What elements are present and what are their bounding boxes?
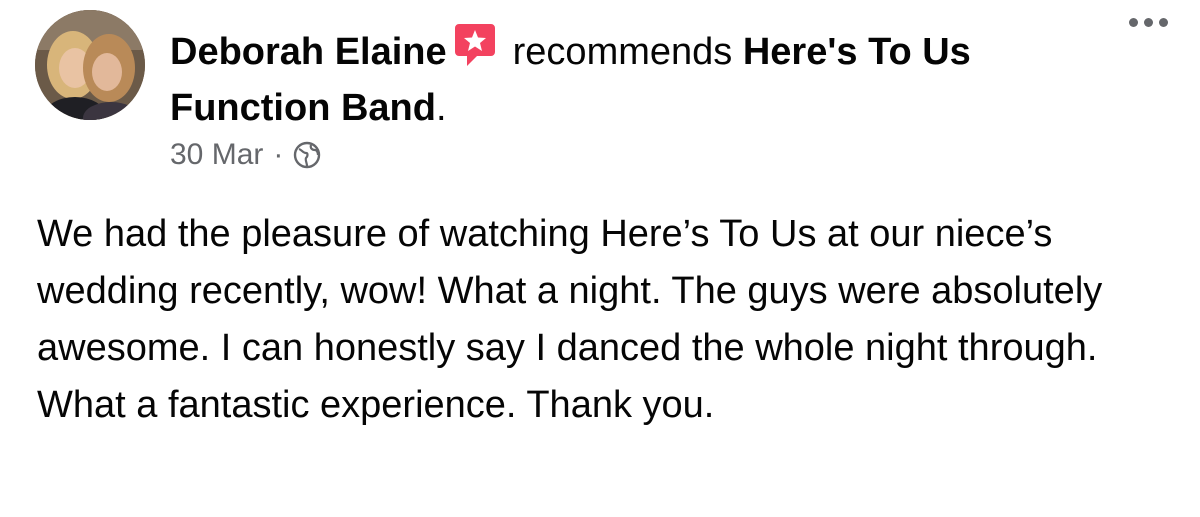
recommendation-star-icon [454, 24, 495, 66]
avatar-photo [35, 10, 145, 120]
more-dot [1159, 18, 1168, 27]
more-options-icon[interactable] [1129, 18, 1168, 27]
post-meta: 30 Mar · [170, 138, 321, 172]
meta-separator: · [273, 138, 284, 171]
post-text: We had the pleasure of watching Here’s T… [37, 213, 1103, 426]
globe-icon [294, 141, 321, 169]
more-dot [1144, 18, 1153, 27]
post-date[interactable]: 30 Mar [170, 138, 263, 172]
author-avatar[interactable] [35, 10, 145, 120]
page-name-suffix: . [435, 87, 447, 129]
more-dot [1129, 18, 1138, 27]
post-header: Deborah Elaine recommends Here's To Us F… [170, 22, 1090, 136]
recommends-verb: recommends [512, 31, 733, 73]
author-name[interactable]: Deborah Elaine [170, 31, 447, 73]
